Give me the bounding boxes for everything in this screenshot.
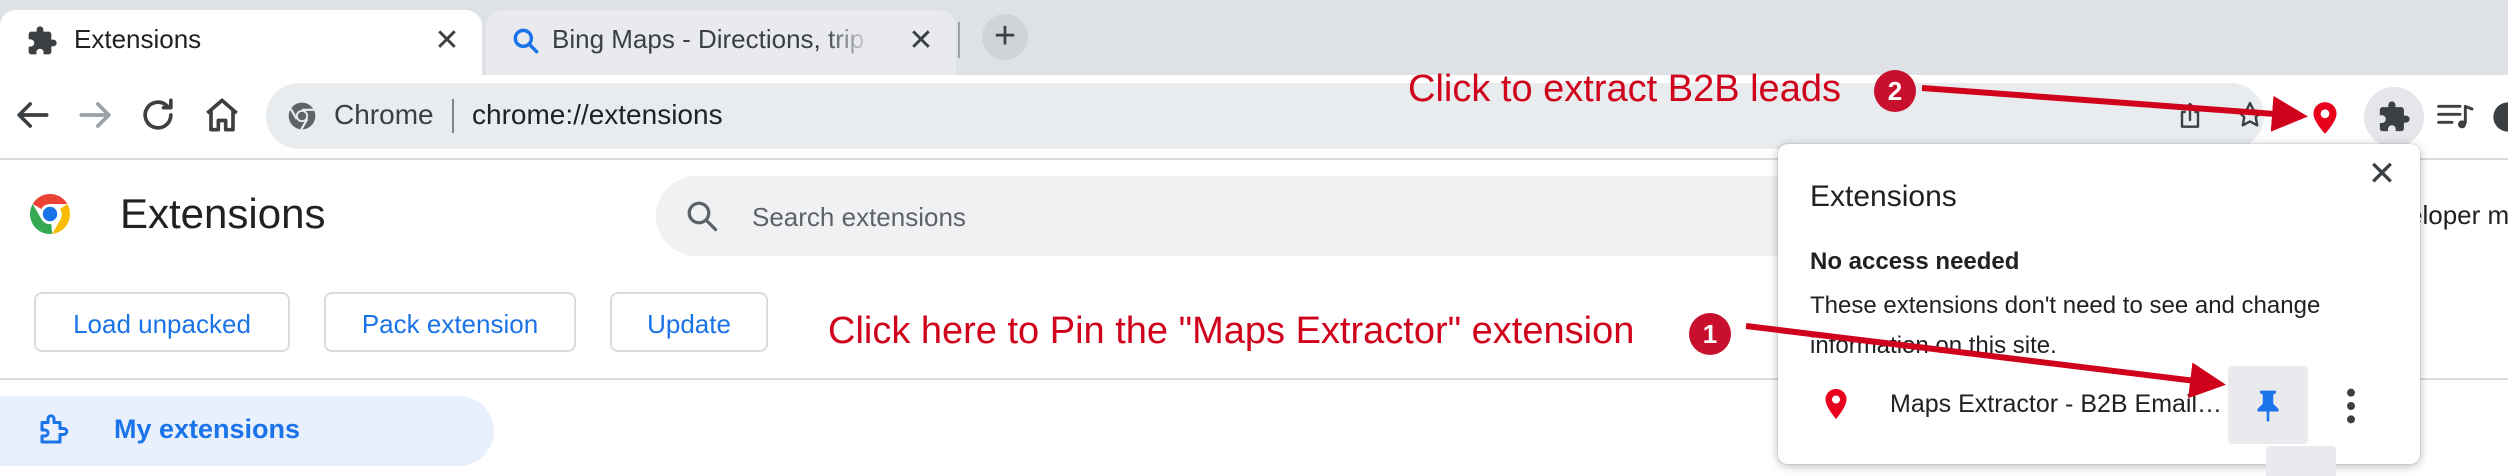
popup-section-heading: No access needed <box>1810 248 2020 275</box>
search-icon <box>687 201 718 232</box>
profile-icon[interactable] <box>2492 101 2508 133</box>
puzzle-icon <box>2379 101 2410 132</box>
search-input[interactable] <box>750 190 1654 244</box>
forward-icon[interactable] <box>74 93 118 137</box>
chrome-logo-icon <box>30 194 70 235</box>
back-icon[interactable] <box>10 93 54 137</box>
share-icon[interactable] <box>2174 100 2206 132</box>
popup-description: These extensions don't need to see and c… <box>1810 292 2321 359</box>
extension-icon <box>40 414 69 444</box>
new-tab-button[interactable]: + <box>982 14 1028 60</box>
annotation-pin-instruction: Click here to Pin the "Maps Extractor" e… <box>828 310 1635 352</box>
close-icon[interactable]: ✕ <box>2362 154 2402 194</box>
address-bar[interactable]: Chrome chrome://extensions <box>266 83 2264 149</box>
close-icon[interactable]: ✕ <box>904 24 938 58</box>
extension-name: Maps Extractor - B2B Email… <box>1890 390 2223 418</box>
tab-title: Extensions <box>74 24 202 54</box>
reload-icon[interactable] <box>136 93 180 137</box>
url-text[interactable]: chrome://extensions <box>472 99 723 131</box>
search-icon <box>513 28 539 54</box>
map-pin-icon <box>1825 389 1847 419</box>
bookmark-star-icon[interactable] <box>2234 99 2266 131</box>
annotation-badge-1: 1 <box>1689 313 1731 355</box>
sidebar-item-my-extensions[interactable]: My extensions <box>0 396 494 466</box>
tab-separator <box>958 22 960 58</box>
omnibox-separator <box>452 99 454 133</box>
extensions-popup: ✕ Extensions No access needed These exte… <box>1778 144 2420 476</box>
tab-bing-maps[interactable]: Bing Maps - Directions, trip planner, tr… <box>486 10 956 75</box>
update-button[interactable]: Update <box>610 292 768 352</box>
load-unpacked-button[interactable]: Load unpacked <box>34 292 290 352</box>
extension-row-maps-extractor[interactable]: Maps Extractor - B2B Email… <box>1778 364 2420 446</box>
close-icon[interactable]: ✕ <box>430 24 464 58</box>
tab-extensions[interactable]: Extensions ✕ <box>0 10 482 75</box>
home-icon[interactable] <box>200 93 244 137</box>
tab-strip: Extensions ✕ Bing Maps - Directions, tri… <box>0 0 2508 75</box>
sidebar-item-label: My extensions <box>114 414 301 444</box>
chrome-icon <box>288 102 316 130</box>
pin-icon <box>2257 390 2279 422</box>
pack-extension-button[interactable]: Pack extension <box>324 292 576 352</box>
omnibox-chip: Chrome <box>334 99 434 130</box>
tab-title: Bing Maps - Directions, trip planner, tr… <box>552 24 872 54</box>
page-title: Extensions <box>120 190 326 237</box>
map-pin-icon[interactable] <box>2310 101 2340 135</box>
next-row-hover <box>2266 446 2336 476</box>
extensions-menu-button[interactable] <box>2364 87 2424 147</box>
media-controls-icon[interactable] <box>2436 101 2476 133</box>
developer-mode-label: eloper m <box>2408 200 2508 230</box>
pin-button[interactable] <box>2228 366 2308 444</box>
more-options-icon[interactable] <box>2338 386 2364 426</box>
popup-title: Extensions <box>1810 180 1957 213</box>
annotation-badge-2: 2 <box>1874 70 1916 112</box>
annotation-extract-leads: Click to extract B2B leads <box>1408 68 1841 110</box>
puzzle-icon <box>28 26 57 55</box>
search-bar[interactable] <box>656 176 1856 256</box>
